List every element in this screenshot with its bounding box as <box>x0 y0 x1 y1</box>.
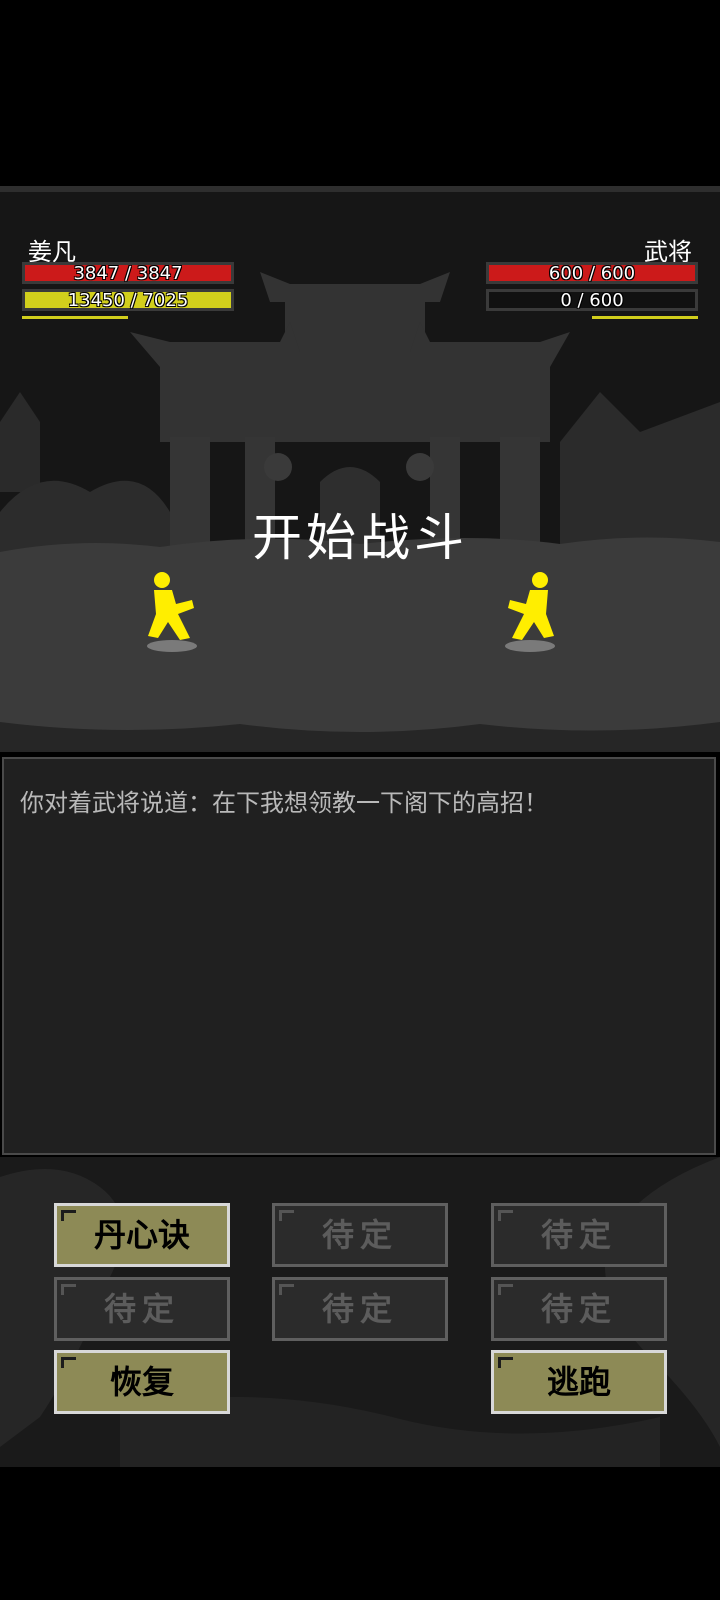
skill-button-6[interactable]: 待定 <box>491 1277 667 1341</box>
player-mp-bar: 13450 / 7025 <box>22 289 234 311</box>
skill-button-2[interactable]: 待定 <box>272 1203 448 1267</box>
player-fighter-icon <box>147 572 197 652</box>
skill-button-5[interactable]: 待定 <box>272 1277 448 1341</box>
battle-scene: 姜凡 3847 / 3847 13450 / 7025 武将 600 / 600… <box>0 192 720 752</box>
player-mp-text: 13450 / 7025 <box>67 290 189 311</box>
enemy-hp-text: 600 / 600 <box>548 263 636 284</box>
battle-title: 开始战斗 <box>252 509 468 567</box>
enemy-fighter-icon <box>505 572 555 652</box>
skill-button-4[interactable]: 待定 <box>54 1277 230 1341</box>
player-hp-text: 3847 / 3847 <box>73 263 183 284</box>
enemy-hp-bar: 600 / 600 <box>486 262 698 284</box>
log-line: 你对着武将说道：在下我想领教一下阁下的高招！ <box>20 789 548 817</box>
flee-button[interactable]: 逃跑 <box>491 1350 667 1414</box>
recover-button[interactable]: 恢复 <box>54 1350 230 1414</box>
skill-button-1[interactable]: 丹心诀 <box>54 1203 230 1267</box>
enemy-charge-bar <box>592 316 698 319</box>
battle-log: 你对着武将说道：在下我想领教一下阁下的高招！ <box>2 757 716 1155</box>
skill-panel: 丹心诀 待定 待定 待定 待定 待定 恢复 逃跑 <box>0 1157 720 1467</box>
player-charge-bar <box>22 316 128 319</box>
skill-button-3[interactable]: 待定 <box>491 1203 667 1267</box>
player-hp-bar: 3847 / 3847 <box>22 262 234 284</box>
enemy-mp-bar: 0 / 600 <box>486 289 698 311</box>
enemy-mp-text: 0 / 600 <box>560 290 624 311</box>
